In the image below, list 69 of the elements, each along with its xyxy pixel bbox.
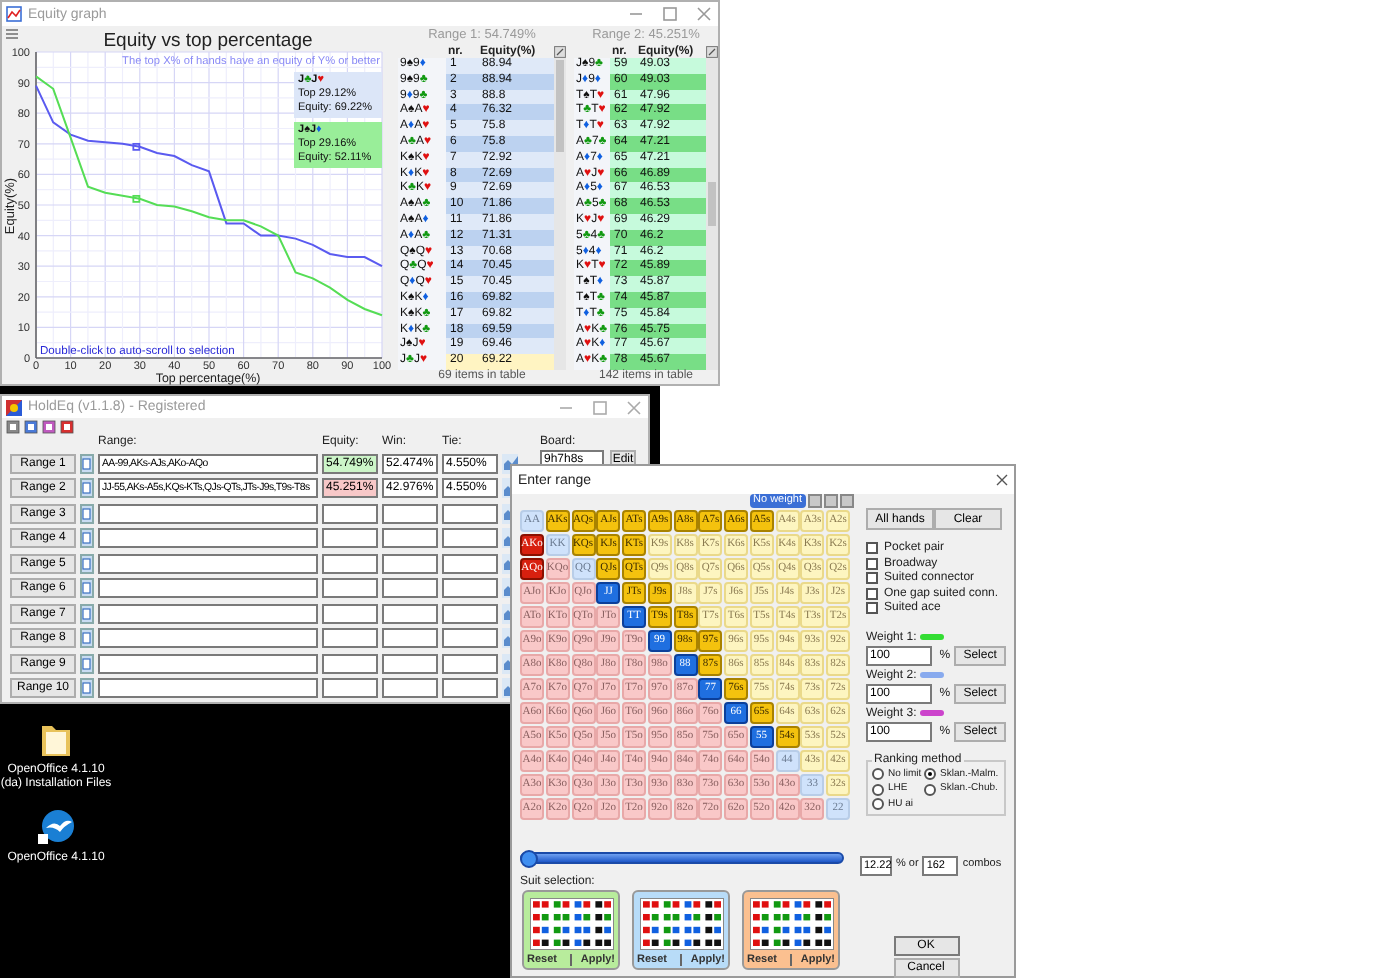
- checkbox[interactable]: [866, 572, 878, 584]
- win-field: [382, 578, 438, 598]
- tie-field: [442, 603, 498, 623]
- slider-thumb[interactable]: [520, 850, 538, 868]
- scrollbar[interactable]: [706, 58, 718, 370]
- tie-field: [442, 653, 498, 673]
- range-field[interactable]: [98, 603, 318, 623]
- app-logo-icon: [6, 399, 22, 415]
- win-field: [382, 603, 438, 623]
- range-field[interactable]: [98, 578, 318, 598]
- radio-button[interactable]: [872, 798, 884, 810]
- tie-field: [442, 553, 498, 573]
- checkbox[interactable]: [866, 587, 878, 599]
- win-field: [382, 503, 438, 523]
- win-field: [382, 678, 438, 698]
- maximize-icon[interactable]: [593, 400, 607, 414]
- equity-field: [322, 603, 378, 623]
- equity-field: [322, 578, 378, 598]
- folder-icon[interactable]: [42, 726, 70, 756]
- equity-field: [322, 553, 378, 573]
- tie-field: [442, 503, 498, 523]
- equity-field: [322, 653, 378, 673]
- column-chooser-icon[interactable]: [706, 46, 718, 58]
- checkbox[interactable]: [866, 602, 878, 614]
- suit-grid-drawing: [749, 898, 833, 950]
- scrollbar-thumb[interactable]: [556, 60, 564, 152]
- checkbox[interactable]: [866, 542, 878, 554]
- selection-marker: [132, 195, 141, 203]
- scrollbar-thumb[interactable]: [708, 182, 716, 226]
- suit-grid-drawing: [639, 898, 723, 950]
- grid-icon[interactable]: [6, 420, 20, 434]
- equity-field: [322, 503, 378, 523]
- radio-button[interactable]: [872, 783, 884, 795]
- tie-field: [442, 528, 498, 548]
- tie-field: [442, 678, 498, 698]
- equity-field: [322, 678, 378, 698]
- radio-button[interactable]: [872, 768, 884, 780]
- selection-marker: [132, 142, 141, 151]
- menu-icon[interactable]: [5, 29, 19, 39]
- scrollbar[interactable]: [554, 58, 566, 370]
- radio-button[interactable]: [924, 783, 936, 795]
- minimize-icon[interactable]: [629, 13, 643, 15]
- column-chooser-icon[interactable]: [554, 46, 566, 58]
- maximize-icon[interactable]: [663, 7, 677, 21]
- range-field[interactable]: [98, 553, 318, 573]
- radio-button[interactable]: [924, 768, 936, 780]
- win-field: [382, 628, 438, 648]
- range-field[interactable]: [98, 628, 318, 648]
- image-icon[interactable]: [42, 420, 56, 434]
- document-icon[interactable]: [24, 420, 38, 434]
- range-field[interactable]: [98, 528, 318, 548]
- tie-field: [442, 628, 498, 648]
- chart-title: Equity vs top percentage: [103, 30, 313, 52]
- win-field: [382, 528, 438, 548]
- equity-field: [322, 528, 378, 548]
- minimize-icon[interactable]: [559, 406, 573, 408]
- win-field: [382, 553, 438, 573]
- equity-field: [322, 628, 378, 648]
- app-icon[interactable]: [38, 810, 74, 844]
- checkbox[interactable]: [866, 557, 878, 569]
- suit-grid-drawing: [529, 898, 613, 950]
- range-field[interactable]: [98, 678, 318, 698]
- win-field: [382, 653, 438, 673]
- range-field[interactable]: [98, 503, 318, 523]
- close-icon[interactable]: [996, 474, 1008, 486]
- range-field[interactable]: [98, 653, 318, 673]
- tie-field: [442, 578, 498, 598]
- stop-icon[interactable]: [60, 420, 74, 434]
- slider[interactable]: [520, 852, 844, 864]
